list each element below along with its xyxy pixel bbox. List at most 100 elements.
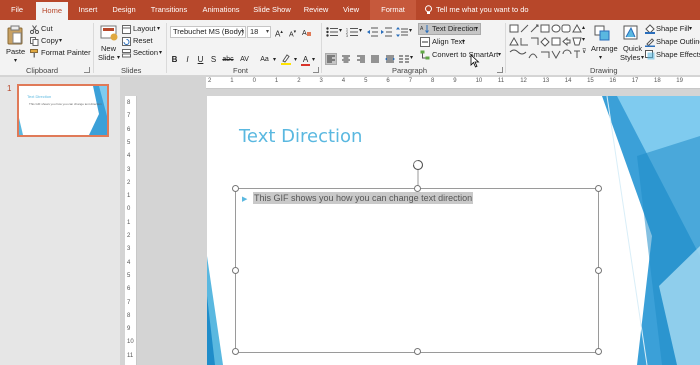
- tab-file[interactable]: File: [4, 0, 30, 20]
- horizontal-ruler[interactable]: 2 1 0 1 2 3 4 5 6 7 8 9 10 11 12 13 14 15 16 17 18 19: [206, 77, 700, 89]
- format-painter-button[interactable]: Format Painter: [41, 48, 91, 58]
- resize-handle-bottom-left[interactable]: [232, 348, 239, 355]
- svg-text:3: 3: [346, 34, 348, 37]
- columns-icon[interactable]: [398, 54, 410, 66]
- quick-styles-chevron-down-icon[interactable]: ▾: [641, 53, 644, 63]
- distributed-icon[interactable]: [385, 54, 395, 66]
- align-text-chevron-down-icon[interactable]: ▾: [462, 37, 465, 47]
- font-dialog-launcher-icon[interactable]: [313, 67, 319, 73]
- smartart-chevron-down-icon[interactable]: ▾: [498, 50, 501, 60]
- slide-title[interactable]: Text Direction: [239, 126, 362, 147]
- shapes-gallery[interactable]: [509, 23, 587, 66]
- paragraph-dialog-launcher-icon[interactable]: [497, 67, 503, 73]
- shape-outline-button[interactable]: Shape Outline: [656, 37, 700, 47]
- tab-slide-show[interactable]: Slide Show: [250, 0, 294, 20]
- resize-handle-top-right[interactable]: [595, 185, 602, 192]
- tab-view[interactable]: View: [338, 0, 364, 20]
- italic-button[interactable]: I: [183, 55, 192, 65]
- layout-chevron-down-icon[interactable]: ▾: [157, 24, 160, 34]
- bullets-chevron-down-icon[interactable]: ▾: [339, 26, 342, 36]
- shape-fill-chevron-down-icon[interactable]: ▾: [689, 24, 692, 34]
- ribbon-tab-bar: File Home Insert Design Transitions Anim…: [0, 0, 700, 20]
- cut-button[interactable]: Cut: [41, 24, 53, 34]
- bullets-icon[interactable]: [326, 27, 338, 39]
- resize-handle-bottom[interactable]: [414, 348, 421, 355]
- paste-chevron-down-icon[interactable]: ▾: [14, 56, 17, 66]
- highlight-chevron-down-icon[interactable]: ▾: [293, 55, 298, 65]
- bold-button[interactable]: B: [170, 55, 179, 65]
- ruler-tick-label: 13: [542, 78, 550, 84]
- ruler-tick-label: 7: [127, 299, 131, 306]
- slide-canvas[interactable]: Text Direction ▶ This GIF shows you how …: [207, 96, 700, 365]
- ruler-tick-label: 3: [127, 246, 131, 253]
- font-family-select[interactable]: Trebuchet MS (Body) ▾: [170, 26, 246, 38]
- quick-styles-label-2[interactable]: Styles: [620, 53, 640, 63]
- decrease-font-size-button[interactable]: A▾: [289, 27, 296, 40]
- increase-font-size-button[interactable]: A▴: [275, 27, 283, 40]
- resize-handle-top-left[interactable]: [232, 185, 239, 192]
- change-case-button[interactable]: Aa: [258, 55, 271, 65]
- resize-handle-left[interactable]: [232, 267, 239, 274]
- character-spacing-button[interactable]: AV: [238, 55, 251, 65]
- clipboard-dialog-launcher-icon[interactable]: [84, 67, 90, 73]
- tab-review[interactable]: Review: [300, 0, 332, 20]
- quick-styles-icon[interactable]: [623, 25, 639, 43]
- clear-formatting-icon[interactable]: A: [302, 28, 312, 39]
- columns-chevron-down-icon[interactable]: ▾: [410, 53, 413, 63]
- highlighter-icon[interactable]: [281, 54, 291, 67]
- cut-icon: [29, 25, 40, 36]
- tab-format[interactable]: Format: [370, 0, 416, 20]
- numbering-chevron-down-icon[interactable]: ▾: [359, 26, 362, 36]
- ruler-tick-label: 4: [127, 259, 131, 266]
- arrange-chevron-down-icon[interactable]: ▾: [599, 53, 602, 63]
- tab-transitions[interactable]: Transitions: [146, 0, 192, 20]
- change-case-chevron-down-icon[interactable]: ▾: [272, 55, 277, 65]
- gallery-more-icon[interactable]: ⊽: [582, 47, 586, 57]
- tab-design[interactable]: Design: [108, 0, 140, 20]
- slide-thumbnail[interactable]: Text Direction This GIF shows you how yo…: [17, 84, 109, 137]
- text-direction-chevron-down-icon[interactable]: ▾: [475, 24, 478, 34]
- line-spacing-icon[interactable]: [396, 27, 408, 39]
- new-slide-icon[interactable]: [100, 25, 118, 43]
- font-size-select[interactable]: 18 ▾: [247, 26, 271, 38]
- numbering-icon[interactable]: 123: [346, 27, 358, 39]
- font-color-chevron-down-icon[interactable]: ▾: [311, 55, 316, 65]
- new-slide-label-2[interactable]: Slide: [98, 53, 115, 63]
- increase-indent-icon[interactable]: [381, 27, 392, 39]
- justify-icon[interactable]: [370, 54, 380, 66]
- decrease-indent-icon[interactable]: [367, 27, 378, 39]
- section-chevron-down-icon[interactable]: ▾: [159, 48, 162, 58]
- tab-home[interactable]: Home: [36, 2, 68, 20]
- resize-handle-top[interactable]: [414, 185, 421, 192]
- align-text-button[interactable]: Align Text: [432, 37, 464, 47]
- copy-button[interactable]: Copy: [41, 36, 59, 46]
- copy-chevron-down-icon[interactable]: ▾: [59, 36, 62, 46]
- tab-insert[interactable]: Insert: [74, 0, 102, 20]
- align-center-icon[interactable]: [341, 54, 351, 66]
- line-spacing-chevron-down-icon[interactable]: ▾: [409, 26, 412, 36]
- tab-animations[interactable]: Animations: [198, 0, 244, 20]
- gallery-scroll-down-icon[interactable]: ▾: [582, 35, 585, 45]
- shape-fill-button[interactable]: Shape Fill: [656, 24, 689, 34]
- new-slide-chevron-down-icon[interactable]: ▾: [117, 53, 120, 63]
- section-button[interactable]: Section: [133, 48, 158, 58]
- paste-icon[interactable]: [7, 25, 23, 47]
- vertical-ruler[interactable]: 8 7 6 5 4 3 2 1 0 1 2 3 4 5 6 7 8 9 10 11: [125, 96, 137, 365]
- gallery-scroll-up-icon[interactable]: ▴: [582, 23, 585, 33]
- align-left-button[interactable]: [325, 53, 337, 65]
- layout-button[interactable]: Layout: [133, 24, 156, 34]
- reset-button[interactable]: Reset: [133, 36, 153, 46]
- underline-button[interactable]: U: [196, 55, 205, 65]
- tell-me-box[interactable]: Tell me what you want to do: [424, 0, 529, 20]
- resize-handle-bottom-right[interactable]: [595, 348, 602, 355]
- text-placeholder[interactable]: ▶ This GIF shows you how you can change …: [232, 160, 602, 355]
- shape-effects-button[interactable]: Shape Effects: [656, 50, 700, 60]
- align-right-icon[interactable]: [356, 54, 366, 66]
- bullet-text-selected[interactable]: This GIF shows you how you can change te…: [253, 192, 474, 204]
- convert-to-smartart-button[interactable]: Convert to SmartArt: [432, 50, 498, 60]
- resize-handle-right[interactable]: [595, 267, 602, 274]
- arrange-icon[interactable]: [594, 25, 610, 43]
- text-shadow-button[interactable]: S: [209, 55, 218, 65]
- arrange-button[interactable]: Arrange: [591, 44, 618, 54]
- strikethrough-button[interactable]: abc: [221, 55, 235, 65]
